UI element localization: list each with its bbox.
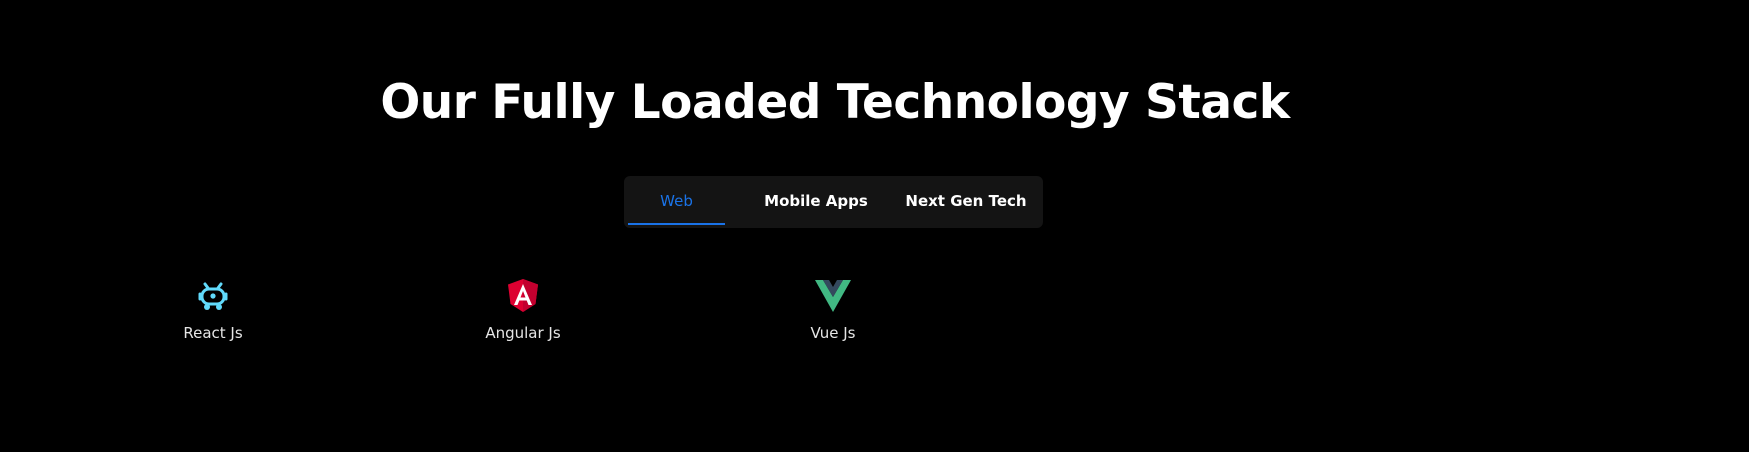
react-robot-icon	[198, 282, 228, 310]
angular-icon	[508, 279, 538, 312]
tech-tab-bar: Web Mobile Apps Next Gen Tech	[624, 176, 1043, 228]
vue-icon	[815, 280, 851, 312]
tech-label-angular: Angular Js	[485, 324, 561, 342]
tech-item-vue[interactable]: Vue Js	[733, 276, 933, 342]
tab-active-indicator	[628, 223, 725, 225]
tech-label-vue: Vue Js	[810, 324, 856, 342]
tech-item-react[interactable]: React Js	[113, 276, 313, 342]
tab-web-label: Web	[660, 192, 693, 210]
tab-mobile-apps-label: Mobile Apps	[764, 192, 868, 210]
tab-mobile-apps[interactable]: Mobile Apps	[741, 176, 891, 228]
section-title: Our Fully Loaded Technology Stack	[380, 75, 1290, 130]
tab-web[interactable]: Web	[628, 176, 725, 228]
tab-next-gen-tech-label: Next Gen Tech	[905, 192, 1027, 210]
tech-item-angular[interactable]: Angular Js	[423, 276, 623, 342]
tab-next-gen-tech[interactable]: Next Gen Tech	[891, 176, 1041, 228]
tech-label-react: React Js	[183, 324, 243, 342]
